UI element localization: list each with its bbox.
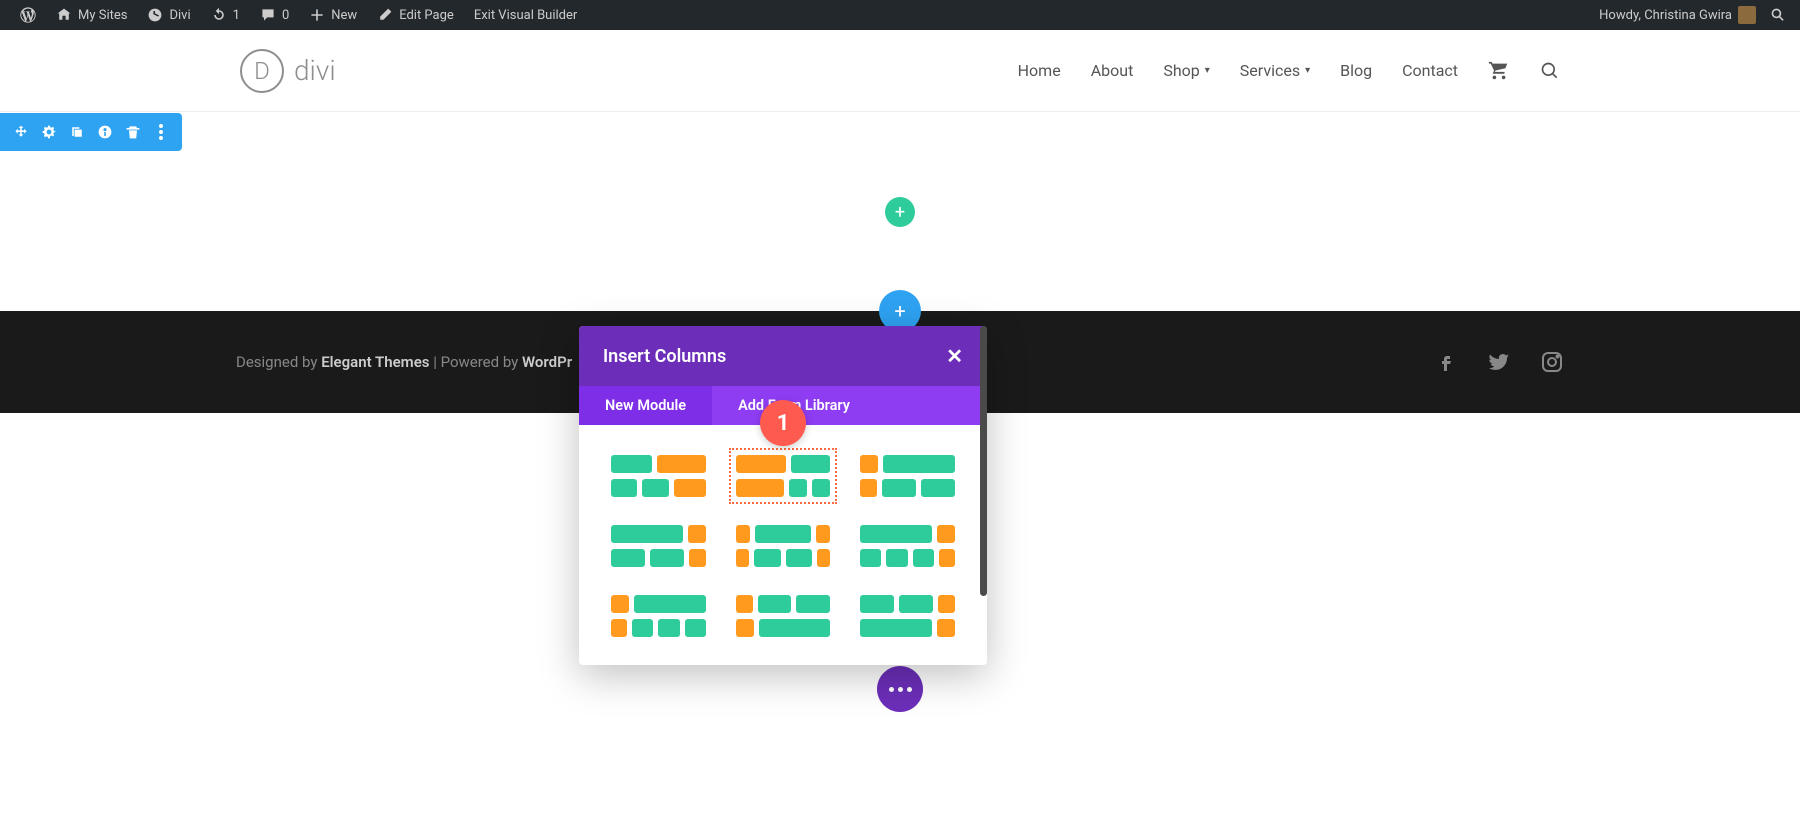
my-sites-link[interactable]: My Sites (46, 0, 137, 30)
search-icon (1770, 7, 1786, 23)
chevron-down-icon: ▾ (1205, 65, 1210, 76)
layout-option[interactable] (607, 591, 710, 641)
footer-text: Designed by Elegant Themes | Powered by … (236, 353, 572, 371)
social-links (1434, 350, 1564, 374)
modal-title: Insert Columns (603, 346, 726, 367)
builder-fab[interactable] (877, 666, 923, 712)
dashboard-icon (147, 7, 163, 23)
layout-option[interactable] (856, 591, 959, 641)
admin-search[interactable] (1766, 0, 1790, 30)
cart-icon[interactable] (1488, 60, 1510, 82)
howdy-link[interactable]: Howdy, Christina Gwira (1589, 0, 1766, 30)
wp-admin-bar: My Sites Divi 1 0 New (0, 0, 1800, 30)
add-row-button[interactable]: + (885, 197, 915, 227)
builder-canvas: + + (0, 112, 1800, 312)
new-label: New (331, 8, 357, 23)
modal-header[interactable]: Insert Columns ✕ (579, 326, 987, 386)
exit-vb-link[interactable]: Exit Visual Builder (464, 0, 587, 30)
instagram-icon[interactable] (1540, 350, 1564, 374)
facebook-icon[interactable] (1434, 350, 1458, 374)
edit-page-link[interactable]: Edit Page (367, 0, 464, 30)
close-icon[interactable]: ✕ (946, 344, 963, 368)
tab-new-module[interactable]: New Module (579, 386, 712, 425)
layout-option[interactable] (732, 451, 835, 501)
header-search-icon[interactable] (1540, 61, 1560, 81)
wordpress-icon (20, 7, 36, 23)
comment-icon (260, 7, 276, 23)
nav-shop[interactable]: Shop ▾ (1163, 61, 1209, 80)
refresh-icon (211, 7, 227, 23)
layout-option[interactable] (856, 521, 959, 571)
logo[interactable]: D divi (240, 49, 336, 93)
layout-option[interactable] (732, 521, 835, 571)
avatar (1738, 6, 1756, 24)
new-link[interactable]: New (299, 0, 367, 30)
plus-icon (309, 7, 325, 23)
home-icon (56, 7, 72, 23)
layouts-grid (579, 425, 987, 665)
nav-contact[interactable]: Contact (1402, 61, 1458, 80)
wp-logo[interactable] (10, 0, 46, 30)
layout-option[interactable] (856, 451, 959, 501)
logo-icon: D (240, 49, 284, 93)
edit-page-label: Edit Page (399, 8, 454, 23)
updates-link[interactable]: 1 (201, 0, 250, 30)
nav-about[interactable]: About (1091, 61, 1134, 80)
layout-option[interactable] (607, 451, 710, 501)
nav-blog[interactable]: Blog (1340, 61, 1372, 80)
twitter-icon[interactable] (1486, 350, 1512, 374)
logo-text: divi (294, 54, 336, 87)
main-nav: Home About Shop ▾ Services ▾ Blog Contac… (1018, 60, 1560, 82)
annotation-badge: 1 (760, 400, 806, 446)
site-name-link[interactable]: Divi (137, 0, 200, 30)
comments-link[interactable]: 0 (250, 0, 299, 30)
my-sites-label: My Sites (78, 8, 127, 23)
site-name-label: Divi (169, 8, 190, 23)
comments-count: 0 (282, 8, 289, 23)
nav-home[interactable]: Home (1018, 61, 1061, 80)
layout-option[interactable] (607, 521, 710, 571)
footer-wp-link[interactable]: WordPr (522, 353, 572, 371)
layout-option[interactable] (732, 591, 835, 641)
exit-vb-label: Exit Visual Builder (474, 8, 577, 23)
howdy-label: Howdy, Christina Gwira (1599, 8, 1732, 23)
pencil-icon (377, 7, 393, 23)
nav-services[interactable]: Services ▾ (1240, 61, 1310, 80)
modal-scrollbar[interactable] (980, 326, 987, 596)
chevron-down-icon: ▾ (1305, 65, 1310, 76)
insert-columns-modal: Insert Columns ✕ New Module Add From Lib… (579, 326, 987, 665)
updates-count: 1 (233, 8, 240, 23)
footer-theme-link[interactable]: Elegant Themes (321, 353, 429, 371)
site-header: D divi Home About Shop ▾ Services ▾ Blog… (0, 30, 1800, 112)
